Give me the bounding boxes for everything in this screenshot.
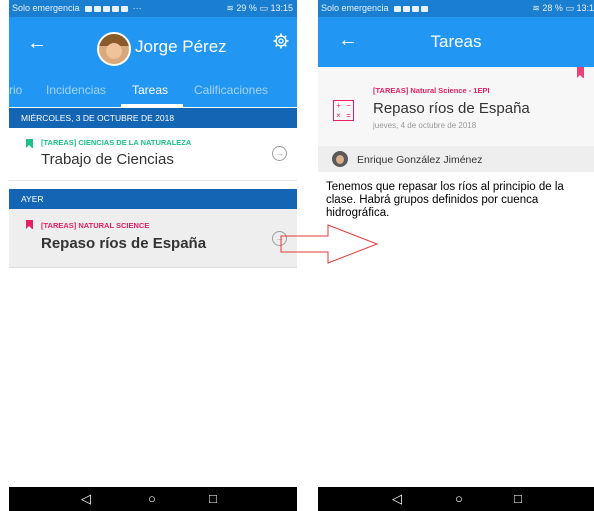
nav-home-icon[interactable]: ○: [455, 491, 463, 507]
arrow-left-icon[interactable]: ←: [27, 33, 47, 53]
nav-recents-icon[interactable]: □: [514, 491, 522, 507]
app-bar: ← Tareas: [318, 17, 594, 67]
page-title: Tareas: [430, 32, 482, 51]
tab-incidencias[interactable]: Incidencias: [46, 83, 106, 97]
bookmark-icon: [26, 139, 33, 148]
carrier-text: Solo emergencia: [12, 3, 80, 13]
carrier-text: Solo emergencia: [321, 3, 389, 13]
right-phone-screen: Solo emergencia ≋ 28 % ▭ 13:1 ← Tareas +…: [318, 0, 594, 511]
battery-icon: ▭: [259, 3, 268, 13]
status-bar: Solo emergencia ≋ 28 % ▭ 13:1: [318, 0, 594, 17]
item-tag: [TAREAS] CIENCIAS DE LA NATURALEZA: [41, 138, 192, 147]
tab-horario[interactable]: rio: [9, 83, 22, 97]
task-title: Repaso ríos de España: [373, 100, 530, 117]
calculator-icon: + − × =: [333, 100, 354, 121]
nav-back-icon[interactable]: ◁: [81, 491, 91, 507]
clock: 13:15: [270, 3, 293, 13]
wifi-icon: ≋: [532, 3, 540, 13]
avatar: [332, 151, 348, 167]
notification-icons: [394, 3, 430, 13]
more-notifications-text: ···: [132, 3, 142, 13]
battery-percent: 28 %: [542, 3, 563, 13]
author-name: Enrique González Jiménez: [357, 154, 483, 166]
list-item[interactable]: [TAREAS] CIENCIAS DE LA NATURALEZA Traba…: [9, 128, 297, 181]
task-tag: [TAREAS] Natural Science - 1EPI: [373, 86, 490, 95]
section-header-date: MIÉRCOLES, 3 DE OCTUBRE DE 2018: [9, 108, 297, 128]
left-phone-screen: Solo emergencia ··· ≋ 29 % ▭ 13:15 ← Jor…: [9, 0, 297, 511]
avatar[interactable]: [97, 32, 131, 66]
wifi-icon: ≋: [226, 3, 234, 13]
battery-icon: ▭: [565, 3, 574, 13]
app-bar: ← Jorge Pérez: [9, 17, 297, 75]
section-header-ayer: AYER: [9, 189, 297, 209]
tab-bar: rio Incidencias Tareas Calificaciones: [9, 75, 297, 107]
task-date: jueves, 4 de octubre de 2018: [373, 121, 477, 130]
list-item[interactable]: [TAREAS] NATURAL SCIENCE Repaso ríos de …: [9, 209, 297, 268]
notification-icons: [85, 3, 130, 13]
task-description: Tenemos que repasar los ríos al principi…: [326, 181, 564, 219]
task-detail-card: + − × = [TAREAS] Natural Science - 1EPI …: [318, 67, 594, 146]
bookmark-icon: [26, 220, 33, 229]
active-tab-indicator: [121, 104, 183, 107]
item-tag: [TAREAS] NATURAL SCIENCE: [41, 221, 150, 230]
system-nav-bar: ◁ ○ □: [318, 487, 594, 511]
nav-recents-icon[interactable]: □: [209, 491, 217, 507]
author-bar: Enrique González Jiménez: [318, 146, 594, 172]
tab-calificaciones[interactable]: Calificaciones: [194, 83, 268, 97]
bookmark-icon[interactable]: [577, 67, 584, 78]
nav-home-icon[interactable]: ○: [148, 491, 156, 507]
item-title: Trabajo de Ciencias: [41, 151, 174, 168]
arrow-right-circle-icon[interactable]: →: [272, 231, 287, 246]
item-title: Repaso ríos de España: [41, 235, 207, 252]
battery-percent: 29 %: [236, 3, 257, 13]
tab-tareas[interactable]: Tareas: [132, 83, 168, 97]
clock: 13:1: [576, 3, 594, 13]
arrow-right-circle-icon[interactable]: →: [272, 146, 287, 161]
nav-back-icon[interactable]: ◁: [392, 491, 402, 507]
gear-icon[interactable]: [273, 33, 289, 54]
status-bar: Solo emergencia ··· ≋ 29 % ▭ 13:15: [9, 0, 297, 17]
system-nav-bar: ◁ ○ □: [9, 487, 297, 511]
user-name: Jorge Pérez: [135, 37, 227, 56]
